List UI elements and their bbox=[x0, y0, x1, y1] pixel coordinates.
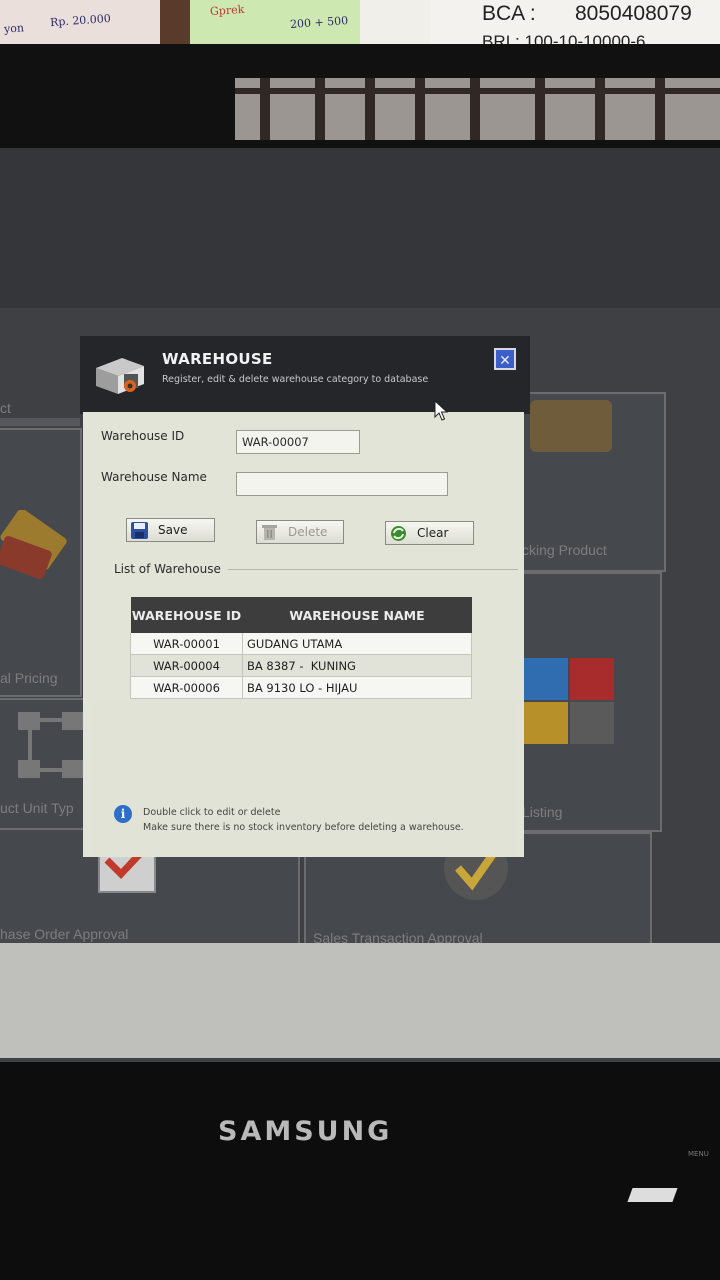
price-tag-icon bbox=[0, 510, 67, 580]
clear-button[interactable]: Clear bbox=[385, 521, 474, 545]
tile-listing[interactable] bbox=[518, 572, 662, 832]
close-icon: ✕ bbox=[499, 353, 511, 369]
note-text: Gprek bbox=[209, 2, 245, 19]
bank-line-2: BRI : 100-10-10000-6 bbox=[482, 32, 646, 44]
warehouse-id-cell: WAR-00004 bbox=[130, 654, 243, 677]
warehouse-name-cell: GUDANG UTAMA bbox=[242, 633, 472, 655]
warehouse-name-label: Warehouse Name bbox=[101, 470, 207, 484]
info-warning: Make sure there is no stock inventory be… bbox=[143, 822, 464, 833]
table-header-row: WAREHOUSE ID WAREHOUSE NAME bbox=[130, 597, 472, 633]
paper-note-3 bbox=[360, 0, 430, 44]
column-header-warehouse-name[interactable]: WAREHOUSE NAME bbox=[242, 597, 472, 633]
note-text: yon bbox=[3, 21, 25, 36]
table-row[interactable]: WAR-00006 BA 9130 LO - HIJAU bbox=[130, 676, 472, 699]
warehouse-id-label: Warehouse ID bbox=[101, 429, 185, 443]
tile-pricing[interactable] bbox=[0, 428, 82, 697]
bank-number: 8050408079 bbox=[575, 2, 692, 25]
tile-listing-label: Listing bbox=[522, 804, 563, 820]
warehouse-list-label: List of Warehouse bbox=[114, 562, 221, 576]
app-top-band bbox=[0, 148, 720, 308]
dialog-title: WAREHOUSE bbox=[162, 350, 273, 368]
tile-pricing-label: al Pricing bbox=[0, 670, 58, 686]
menu-strip bbox=[0, 418, 80, 426]
monitor-brand-logo: SAMSUNG bbox=[218, 1116, 393, 1147]
save-button-label: Save bbox=[158, 523, 188, 537]
table-row[interactable]: WAR-00001 GUDANG UTAMA bbox=[130, 633, 472, 655]
warehouse-name-cell: BA 9130 LO - HIJAU bbox=[242, 676, 472, 699]
save-button[interactable]: Save bbox=[126, 518, 215, 542]
warehouse-id-field[interactable] bbox=[236, 430, 360, 454]
wall-gap bbox=[160, 0, 190, 44]
tile-unit-type-label: uct Unit Typ bbox=[0, 800, 74, 816]
dialog-subtitle: Register, edit & delete warehouse catego… bbox=[162, 374, 429, 385]
tile-stocking-label: cking Product bbox=[522, 542, 607, 558]
mouse-cursor-icon bbox=[434, 400, 448, 421]
info-icon: i bbox=[114, 805, 132, 823]
warehouse-name-cell: BA 8387 - KUNING bbox=[242, 654, 472, 677]
delete-button[interactable]: Delete bbox=[256, 520, 344, 544]
grid-tiles-icon bbox=[524, 658, 614, 744]
bank-label: BCA : bbox=[482, 2, 536, 25]
app-footer-band bbox=[0, 943, 720, 1058]
info-hint: Double click to edit or delete bbox=[143, 807, 281, 818]
trash-icon bbox=[261, 524, 278, 541]
wall-background: yon Rp. 20.000 Gprek 200 + 500 BCA : 805… bbox=[0, 0, 720, 44]
tile-label-cut: ct bbox=[0, 400, 11, 416]
close-button[interactable]: ✕ bbox=[494, 348, 516, 370]
group-divider bbox=[228, 569, 518, 570]
monitor-bottom-bezel bbox=[0, 1062, 720, 1280]
tile-purchase-order-label: hase Order Approval bbox=[0, 926, 129, 942]
product-box-icon bbox=[530, 400, 612, 452]
warehouse-name-field[interactable] bbox=[236, 472, 448, 496]
delete-button-label: Delete bbox=[288, 525, 328, 539]
save-icon bbox=[131, 521, 148, 539]
table-row[interactable]: WAR-00004 BA 8387 - KUNING bbox=[130, 654, 472, 677]
monitor-menu-label: MENU bbox=[688, 1150, 709, 1158]
warehouse-id-cell: WAR-00001 bbox=[130, 633, 243, 655]
warehouse-id-cell: WAR-00006 bbox=[130, 676, 243, 699]
monitor-stand-reflection bbox=[627, 1188, 678, 1202]
clear-button-label: Clear bbox=[417, 526, 449, 540]
warehouse-icon bbox=[96, 358, 144, 394]
window-reflection bbox=[235, 78, 720, 140]
refresh-icon bbox=[390, 525, 407, 542]
warehouse-table: WAREHOUSE ID WAREHOUSE NAME WAR-00001 GU… bbox=[130, 597, 472, 699]
column-header-warehouse-id[interactable]: WAREHOUSE ID bbox=[130, 597, 243, 633]
